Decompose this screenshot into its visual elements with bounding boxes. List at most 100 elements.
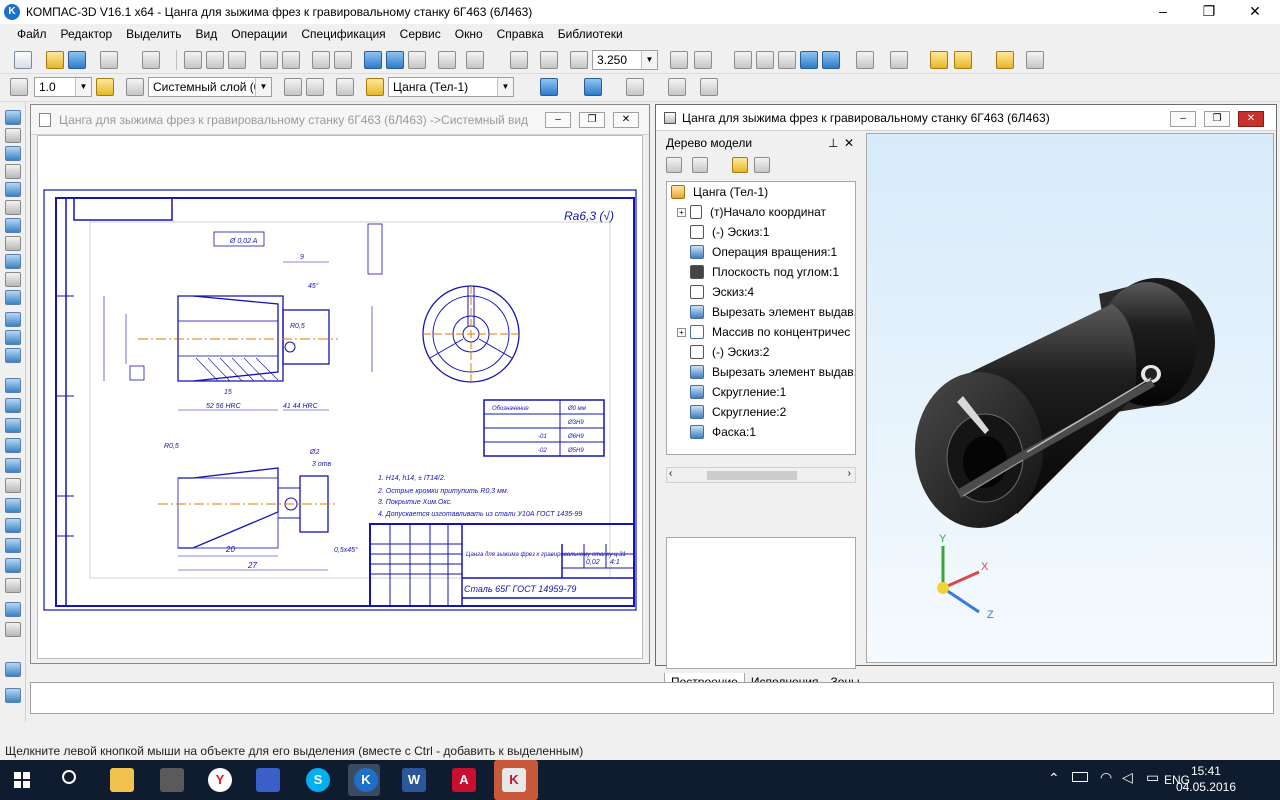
surface-tool-icon[interactable] xyxy=(5,498,21,513)
orientation-icon[interactable] xyxy=(694,51,712,69)
mates-icon[interactable] xyxy=(626,78,644,96)
minimize-button[interactable]: – xyxy=(1170,111,1196,127)
pin-icon[interactable]: ⊥ xyxy=(828,136,838,150)
snap-icon[interactable] xyxy=(10,78,28,96)
tree-item-revolve[interactable]: Операция вращения:1 xyxy=(667,242,855,262)
chevron-down-icon[interactable]: ▼ xyxy=(497,78,513,96)
parametric-icon[interactable] xyxy=(336,78,354,96)
menu-service[interactable]: Сервис xyxy=(393,27,448,41)
manager-icon[interactable] xyxy=(364,51,382,69)
scrollbar-thumb[interactable] xyxy=(707,471,797,480)
expand-icon[interactable]: + xyxy=(677,207,686,217)
menu-specification[interactable]: Спецификация xyxy=(294,27,392,41)
3d-viewport[interactable]: Y X Z xyxy=(866,133,1274,663)
close-button[interactable]: ✕ xyxy=(613,112,639,128)
open-icon[interactable] xyxy=(46,51,64,69)
layer-combo[interactable]: Системный слой (0) ▼ xyxy=(148,77,272,97)
undo-icon[interactable] xyxy=(312,51,330,69)
param-tool-icon[interactable] xyxy=(5,200,21,215)
select-tool-icon[interactable] xyxy=(5,110,21,125)
menu-libraries[interactable]: Библиотеки xyxy=(551,27,630,41)
insert-icon[interactable] xyxy=(954,51,972,69)
tree-item-chamfer[interactable]: Фаска:1 xyxy=(667,422,855,442)
expand-icon[interactable]: + xyxy=(677,327,686,337)
assembly-tool-icon[interactable] xyxy=(5,602,21,617)
tree-item-cut1[interactable]: Вырезать элемент выдав. xyxy=(667,302,855,322)
revolve-tool-icon[interactable] xyxy=(5,330,21,345)
tree-mode-icon[interactable] xyxy=(692,157,708,173)
annotations-icon[interactable] xyxy=(700,78,718,96)
dimension-tool-icon[interactable] xyxy=(5,146,21,161)
loft-tool-icon[interactable] xyxy=(5,348,21,363)
horizontal-scrollbar[interactable]: ‹ › xyxy=(666,467,856,483)
menu-window[interactable]: Окно xyxy=(448,27,490,41)
mate-tool-icon[interactable] xyxy=(5,578,21,593)
model-window[interactable]: Цанга для зыжима фрез к гравировальному … xyxy=(655,104,1277,691)
chevron-down-icon[interactable]: ▼ xyxy=(641,51,657,69)
annotation-tool-icon[interactable] xyxy=(5,558,21,573)
tree-item-sketch4[interactable]: Эскиз:4 xyxy=(667,282,855,302)
copy-icon[interactable] xyxy=(206,51,224,69)
chevron-down-icon[interactable]: ▼ xyxy=(75,78,91,96)
menu-help[interactable]: Справка xyxy=(490,27,551,41)
local-cs-icon[interactable] xyxy=(284,78,302,96)
preview-icon[interactable] xyxy=(142,51,160,69)
minimize-button[interactable]: – xyxy=(545,112,571,128)
word-icon[interactable]: W xyxy=(402,768,426,792)
redo-icon[interactable] xyxy=(334,51,352,69)
menu-select[interactable]: Выделить xyxy=(119,27,188,41)
properties-icon[interactable] xyxy=(260,51,278,69)
battery-icon[interactable] xyxy=(1072,772,1088,782)
tree-item-fillet1[interactable]: Скругление:1 xyxy=(667,382,855,402)
shaded-icon[interactable] xyxy=(800,51,818,69)
skype-icon[interactable]: S xyxy=(306,768,330,792)
tree-item-fillet2[interactable]: Скругление:2 xyxy=(667,402,855,422)
zoom-window-icon[interactable] xyxy=(510,51,528,69)
extrude-tool-icon[interactable] xyxy=(5,312,21,327)
new-document-icon[interactable] xyxy=(14,51,32,69)
body-combo[interactable]: Цанга (Тел-1) ▼ xyxy=(388,77,514,97)
tree-filter-icon[interactable] xyxy=(732,157,748,173)
close-button[interactable]: ✕ xyxy=(1238,111,1264,127)
color-icon[interactable] xyxy=(584,78,602,96)
print-icon[interactable] xyxy=(100,51,118,69)
constraints-icon[interactable] xyxy=(890,51,908,69)
close-icon[interactable]: ✕ xyxy=(844,136,854,150)
sketch-tool-icon[interactable] xyxy=(5,622,21,637)
geometry-tool-icon[interactable] xyxy=(5,128,21,143)
tree-item-sketch1[interactable]: (-) Эскиз:1 xyxy=(667,222,855,242)
calculator-icon[interactable] xyxy=(438,51,456,69)
plane-tool-icon[interactable] xyxy=(5,378,21,393)
variables-icon[interactable] xyxy=(408,51,426,69)
measure-tool-icon[interactable] xyxy=(5,218,21,233)
maximize-button[interactable]: ❐ xyxy=(579,112,605,128)
rotate-icon[interactable] xyxy=(670,51,688,69)
tree-item-root[interactable]: Цанга (Тел-1) xyxy=(667,182,855,202)
cut-icon[interactable] xyxy=(184,51,202,69)
property-bar[interactable] xyxy=(30,682,1274,714)
measure-icon[interactable] xyxy=(1026,51,1044,69)
select-by-icon[interactable] xyxy=(5,236,21,251)
maximize-button[interactable]: ❐ xyxy=(1186,0,1232,24)
maximize-button[interactable]: ❐ xyxy=(1204,111,1230,127)
tree-item-origin[interactable]: + (т)Начало координат xyxy=(667,202,855,222)
body-icon[interactable] xyxy=(366,78,384,96)
calculator-icon[interactable] xyxy=(160,768,184,792)
tree-item-sketch2[interactable]: (-) Эскиз:2 xyxy=(667,342,855,362)
lock-tool-icon[interactable] xyxy=(5,662,21,677)
zoom-all-icon[interactable] xyxy=(540,51,558,69)
drawing-canvas[interactable]: Ra6,3 (√) Ø 0,02 A 9 45° R0,5 15 52 56 H… xyxy=(37,135,643,659)
chevron-up-icon[interactable]: ⌃ xyxy=(1048,770,1060,787)
sheet-tool-icon[interactable] xyxy=(5,478,21,493)
line-scale-combo[interactable]: 1.0 ▼ xyxy=(34,77,92,97)
edit-tool-icon[interactable] xyxy=(5,182,21,197)
clock[interactable]: 15:41 04.05.2016 xyxy=(1176,763,1236,795)
curve-tool-icon[interactable] xyxy=(5,518,21,533)
help-pointer-icon[interactable] xyxy=(466,51,484,69)
search-icon[interactable] xyxy=(62,770,76,784)
menu-file[interactable]: Файл xyxy=(10,27,54,41)
spec-tool-icon[interactable] xyxy=(5,254,21,269)
shell-tool-icon[interactable] xyxy=(5,418,21,433)
component-icon[interactable] xyxy=(930,51,948,69)
menu-view[interactable]: Вид xyxy=(189,27,225,41)
